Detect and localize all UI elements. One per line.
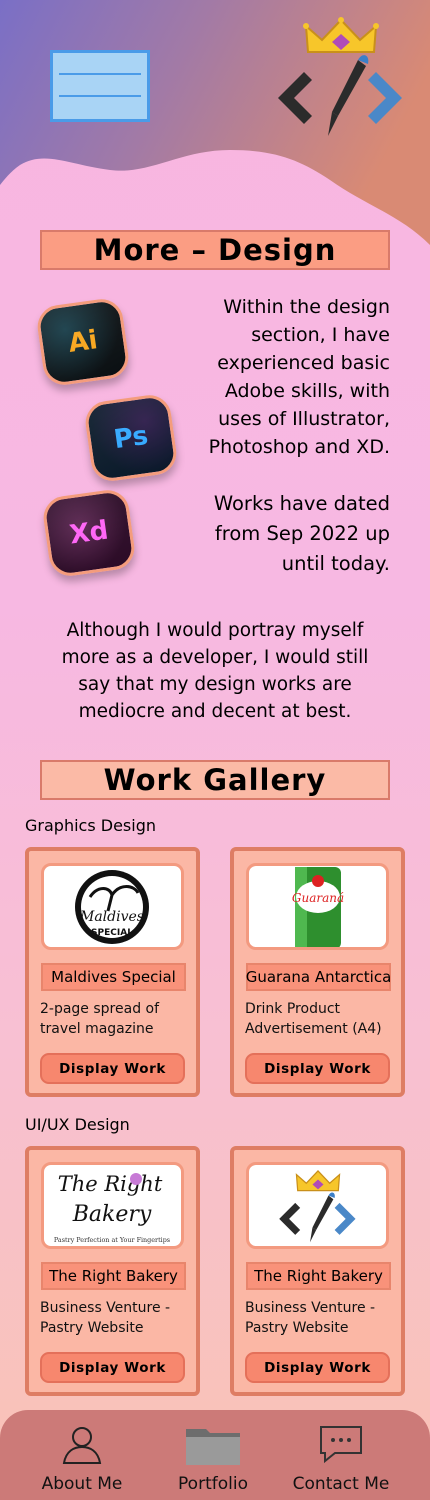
nav-label: About Me (41, 1474, 123, 1494)
display-work-button[interactable]: Display Work (245, 1352, 390, 1383)
photoshop-label: Ps (112, 420, 150, 456)
work-card-guarana: Guaraná Guarana Antarctica Drink Product… (230, 847, 405, 1097)
soda-can-icon: Guaraná (291, 866, 344, 947)
user-icon (62, 1427, 102, 1464)
illustrator-label: Ai (66, 325, 100, 359)
design-intro-text: Within the design section, I have experi… (208, 296, 390, 458)
work-title: The Right Bakery (41, 1262, 186, 1290)
display-work-button[interactable]: Display Work (40, 1053, 185, 1084)
svg-text:Guaraná: Guaraná (291, 891, 343, 905)
crown-icon (303, 17, 379, 53)
nav-label: Contact Me (292, 1474, 390, 1494)
site-logo[interactable] (276, 12, 406, 142)
adobe-illustrator-icon: Ai (34, 296, 132, 388)
guarana-thumbnail: Guaraná (246, 863, 389, 950)
design-opinion-text: Although I would portray myself more as … (61, 620, 369, 722)
svg-text:Bakery: Bakery (72, 1202, 152, 1227)
graphics-design-label: Graphics Design (25, 816, 156, 835)
paintbrush-icon (328, 55, 369, 136)
logo-thumbnail (246, 1162, 389, 1249)
work-title: Guarana Antarctica (246, 963, 391, 991)
bakery-logo-icon: The Right Bakery Pastry Perfection at Yo… (54, 1172, 170, 1244)
crown-code-brush-logo (278, 1169, 356, 1242)
chat-icon (320, 1426, 362, 1464)
svg-text:Pastry Perfection at Your Fing: Pastry Perfection at Your Fingertips (54, 1236, 170, 1244)
nav-item-about-me[interactable]: About Me (32, 1410, 132, 1500)
maldives-logo-icon: Maldives SPECIAL (75, 869, 149, 944)
work-description: Drink Product Advertisement (A4) (245, 1001, 382, 1037)
display-work-button[interactable]: Display Work (40, 1352, 185, 1383)
adobe-xd-icon: Xd (40, 487, 138, 579)
svg-text:Maldives: Maldives (79, 909, 144, 925)
menu-button[interactable] (50, 50, 150, 122)
uiux-design-label: UI/UX Design (25, 1115, 130, 1134)
hamburger-menu-icon (59, 73, 141, 75)
maldives-thumbnail: Maldives SPECIAL (41, 863, 184, 950)
svg-text:SPECIAL: SPECIAL (91, 928, 133, 938)
folder-icon (186, 1429, 240, 1465)
work-card-right-bakery-2: The Right Bakery Business Venture - Past… (230, 1146, 405, 1396)
display-work-button[interactable]: Display Work (245, 1053, 390, 1084)
design-section-title: More – Design (40, 230, 390, 270)
work-description: Business Venture - Pastry Website (40, 1300, 171, 1336)
work-description: 2-page spread of travel magazine (40, 1001, 160, 1037)
bottom-navigation: About Me Portfolio Contact Me (0, 1410, 430, 1500)
nav-label: Portfolio (178, 1474, 248, 1494)
nav-item-portfolio[interactable]: Portfolio (163, 1410, 263, 1500)
work-title: Maldives Special (41, 963, 186, 991)
design-timeline-text: Works have dated from Sep 2022 up until … (213, 492, 390, 575)
nav-item-contact-me[interactable]: Contact Me (288, 1410, 394, 1500)
work-card-right-bakery: The Right Bakery Pastry Perfection at Yo… (25, 1146, 200, 1396)
work-gallery-title: Work Gallery (40, 760, 390, 800)
right-bracket-icon (368, 72, 402, 124)
left-bracket-icon (278, 72, 312, 124)
xd-label: Xd (67, 515, 111, 551)
bakery-thumbnail: The Right Bakery Pastry Perfection at Yo… (41, 1162, 184, 1249)
hamburger-line (59, 95, 141, 97)
adobe-photoshop-icon: Ps (82, 392, 180, 484)
work-description: Business Venture - Pastry Website (245, 1300, 376, 1336)
work-title: The Right Bakery (246, 1262, 391, 1290)
svg-text:The Right: The Right (58, 1172, 163, 1196)
work-card-maldives: Maldives SPECIAL Maldives Special 2-page… (25, 847, 200, 1097)
